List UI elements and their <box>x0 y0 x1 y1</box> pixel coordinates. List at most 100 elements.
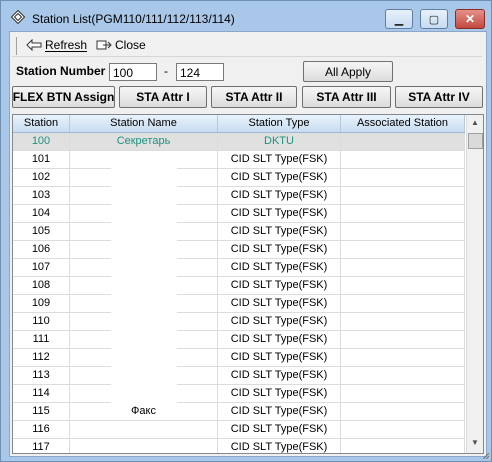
title-bar[interactable]: Station List(PGM110/111/112/113/114) ▁ ▢… <box>1 1 491 33</box>
cell-assoc <box>341 259 465 276</box>
cell-assoc <box>341 169 465 186</box>
table-row[interactable]: 102 CID SLT Type(FSK) <box>13 169 465 187</box>
maximize-button[interactable]: ▢ <box>420 9 448 29</box>
cell-assoc <box>341 421 465 438</box>
cell-station: 109 <box>13 295 70 312</box>
cell-assoc <box>341 223 465 240</box>
refresh-icon <box>26 39 42 51</box>
cell-type: CID SLT Type(FSK) <box>218 331 341 348</box>
cell-assoc <box>341 331 465 348</box>
cell-assoc <box>341 133 465 150</box>
sta-attr-4-button[interactable]: STA Attr IV <box>395 86 483 108</box>
flex-btn-assign-button[interactable]: FLEX BTN Assign <box>12 86 115 108</box>
cell-assoc <box>341 349 465 366</box>
cell-type: CID SLT Type(FSK) <box>218 421 341 438</box>
cell-type: CID SLT Type(FSK) <box>218 169 341 186</box>
station-number-label: Station Number <box>16 64 106 78</box>
scroll-thumb[interactable] <box>468 133 483 149</box>
cell-station: 101 <box>13 151 70 168</box>
cell-assoc <box>341 295 465 312</box>
table-row[interactable]: 108 CID SLT Type(FSK) <box>13 277 465 295</box>
table-header: Station Station Name Station Type Associ… <box>13 115 465 133</box>
table-row[interactable]: 107 CID SLT Type(FSK) <box>13 259 465 277</box>
cell-station: 112 <box>13 349 70 366</box>
close-button[interactable]: Close <box>96 36 146 54</box>
table-row[interactable]: 112 CID SLT Type(FSK) <box>13 349 465 367</box>
table-row[interactable]: 115 Факс CID SLT Type(FSK) <box>13 403 465 421</box>
cell-station: 104 <box>13 205 70 222</box>
column-header-station[interactable]: Station <box>13 115 70 132</box>
table-row[interactable]: 110 CID SLT Type(FSK) <box>13 313 465 331</box>
cell-type: CID SLT Type(FSK) <box>218 241 341 258</box>
cell-assoc <box>341 313 465 330</box>
cell-assoc <box>341 241 465 258</box>
column-header-station-type[interactable]: Station Type <box>218 115 341 132</box>
sta-attr-3-button[interactable]: STA Attr III <box>302 86 391 108</box>
column-header-station-name[interactable]: Station Name <box>70 115 218 132</box>
table-row[interactable]: 104 CID SLT Type(FSK) <box>13 205 465 223</box>
station-table: Station Station Name Station Type Associ… <box>12 114 484 454</box>
cell-type: CID SLT Type(FSK) <box>218 385 341 402</box>
table-row[interactable]: 101 CID SLT Type(FSK) <box>13 151 465 169</box>
cell-name <box>70 439 218 453</box>
cell-type: CID SLT Type(FSK) <box>218 151 341 168</box>
station-to-input[interactable]: 124 <box>176 63 224 81</box>
cell-assoc <box>341 277 465 294</box>
resize-grip-icon[interactable] <box>483 453 489 459</box>
minimize-icon: ▁ <box>394 13 404 26</box>
cell-type: CID SLT Type(FSK) <box>218 313 341 330</box>
cell-station: 102 <box>13 169 70 186</box>
cell-name: Секретарь <box>70 133 218 150</box>
client-area: Refresh Close Station Number 100 - 124 A… <box>9 31 487 457</box>
station-list-window: Station List(PGM110/111/112/113/114) ▁ ▢… <box>0 0 492 462</box>
table-row[interactable]: 116 CID SLT Type(FSK) <box>13 421 465 439</box>
cell-name: Факс <box>70 403 218 420</box>
range-separator: - <box>164 64 168 78</box>
cell-type: CID SLT Type(FSK) <box>218 223 341 240</box>
table-row[interactable]: 117 CID SLT Type(FSK) <box>13 439 465 453</box>
station-from-input[interactable]: 100 <box>109 63 157 81</box>
cell-assoc <box>341 367 465 384</box>
all-apply-button[interactable]: All Apply <box>303 61 393 82</box>
redacted-names <box>111 153 177 405</box>
cell-assoc <box>341 187 465 204</box>
cell-type: CID SLT Type(FSK) <box>218 367 341 384</box>
sta-attr-1-button[interactable]: STA Attr I <box>119 86 207 108</box>
table-row[interactable]: 114 CID SLT Type(FSK) <box>13 385 465 403</box>
close-label: Close <box>115 38 146 52</box>
table-row[interactable]: 100 Секретарь DKTU <box>13 133 465 151</box>
table-row[interactable]: 103 CID SLT Type(FSK) <box>13 187 465 205</box>
cell-assoc <box>341 439 465 453</box>
column-header-associated-station[interactable]: Associated Station <box>341 115 465 132</box>
toolbar: Refresh Close <box>12 34 482 57</box>
cell-station: 114 <box>13 385 70 402</box>
cell-station: 110 <box>13 313 70 330</box>
scroll-down-icon[interactable]: ▼ <box>467 435 483 451</box>
cell-station: 107 <box>13 259 70 276</box>
cell-assoc <box>341 385 465 402</box>
table-row[interactable]: 113 CID SLT Type(FSK) <box>13 367 465 385</box>
table-row[interactable]: 105 CID SLT Type(FSK) <box>13 223 465 241</box>
close-window-button[interactable]: ✕ <box>455 9 485 29</box>
cell-assoc <box>341 403 465 420</box>
cell-type: CID SLT Type(FSK) <box>218 349 341 366</box>
cell-assoc <box>341 151 465 168</box>
table-row[interactable]: 111 CID SLT Type(FSK) <box>13 331 465 349</box>
vertical-scrollbar[interactable]: ▲ ▼ <box>466 115 483 453</box>
cell-station: 116 <box>13 421 70 438</box>
close-doc-icon <box>96 40 112 50</box>
table-row[interactable]: 106 CID SLT Type(FSK) <box>13 241 465 259</box>
cell-station: 106 <box>13 241 70 258</box>
scroll-up-icon[interactable]: ▲ <box>467 115 483 131</box>
toolbar-grip <box>16 37 17 55</box>
cell-type: CID SLT Type(FSK) <box>218 277 341 294</box>
refresh-button[interactable]: Refresh <box>26 36 87 54</box>
cell-name <box>70 421 218 438</box>
cell-type: CID SLT Type(FSK) <box>218 403 341 420</box>
cell-station: 108 <box>13 277 70 294</box>
maximize-icon: ▢ <box>428 13 440 26</box>
minimize-button[interactable]: ▁ <box>385 9 413 29</box>
sta-attr-2-button[interactable]: STA Attr II <box>211 86 297 108</box>
cell-type: DKTU <box>218 133 341 150</box>
table-row[interactable]: 109 CID SLT Type(FSK) <box>13 295 465 313</box>
